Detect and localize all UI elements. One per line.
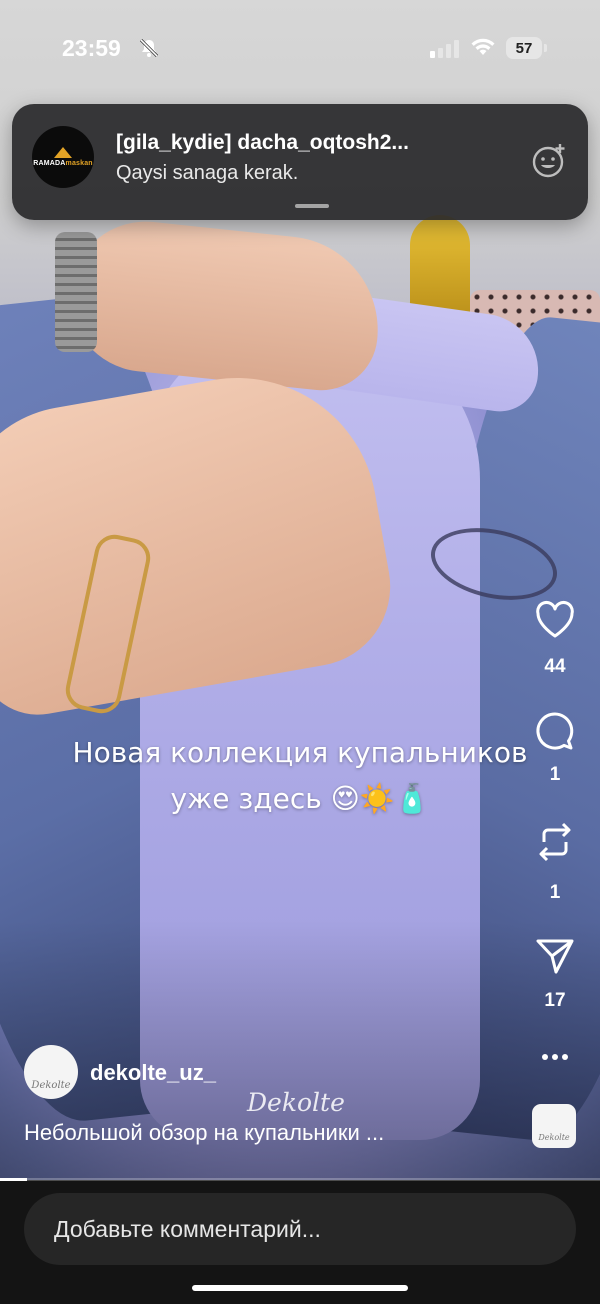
overlay-line-1: Новая коллекция купальников — [72, 736, 528, 769]
home-indicator[interactable] — [192, 1285, 408, 1291]
cellular-signal-icon — [430, 40, 460, 63]
overlay-line-2: уже здесь 😍☀️🧴 — [170, 782, 430, 815]
repost-count: 1 — [549, 882, 561, 903]
heart-icon — [534, 600, 576, 645]
author-username[interactable]: dekolte_uz_ — [90, 1060, 216, 1086]
audio-thumb-text: Dekolte — [538, 1133, 570, 1142]
video-wristwatch — [55, 232, 97, 352]
audio-thumbnail[interactable]: Dekolte — [532, 1104, 576, 1148]
wifi-icon — [470, 37, 496, 62]
comment-bubble-icon — [534, 710, 576, 757]
author-avatar[interactable]: Dekolte — [24, 1045, 78, 1099]
battery-tip — [544, 44, 547, 52]
comment-count: 1 — [549, 764, 561, 785]
author-avatar-text: Dekolte — [31, 1080, 71, 1091]
share-count: 17 — [544, 990, 566, 1011]
battery-indicator: 57 — [506, 37, 542, 59]
more-dots-icon — [540, 1050, 570, 1068]
repost-button[interactable] — [520, 820, 590, 869]
comment-input[interactable] — [24, 1193, 576, 1265]
video-watermark: Dekolte — [247, 1088, 345, 1117]
repost-icon — [535, 820, 575, 869]
comment-button[interactable] — [520, 710, 590, 757]
add-reaction-icon[interactable] — [530, 140, 570, 185]
like-button[interactable] — [520, 600, 590, 645]
notification-grabber[interactable] — [295, 204, 329, 208]
avatar-brand-text: RAMADAmaskan — [33, 160, 93, 167]
status-bar: 23:59 57 — [0, 0, 600, 96]
like-count: 44 — [544, 656, 566, 677]
notification-title: [gila_kydie] dacha_oqtosh2... — [116, 131, 409, 154]
post-caption[interactable]: Небольшой обзор на купальники ... — [24, 1120, 384, 1146]
video-text-overlay: Новая коллекция купальников уже здесь 😍☀… — [0, 730, 600, 822]
brand-mark-icon — [54, 147, 72, 158]
send-icon — [534, 936, 576, 981]
share-button[interactable] — [520, 936, 590, 981]
notification-avatar: RAMADAmaskan — [32, 126, 94, 188]
bell-slash-icon — [138, 37, 160, 64]
notification-message: Qaysi sanaga kerak. — [116, 162, 299, 184]
status-time: 23:59 — [62, 35, 121, 61]
message-notification[interactable]: RAMADAmaskan [gila_kydie] dacha_oqtosh2.… — [12, 104, 588, 220]
more-options-button[interactable] — [520, 1050, 590, 1068]
